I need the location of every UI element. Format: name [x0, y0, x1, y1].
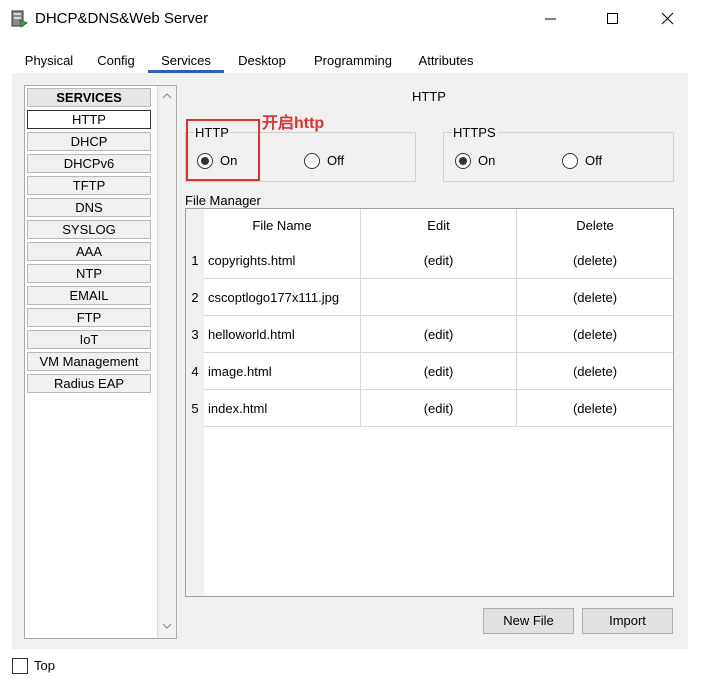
title-bar: DHCP&DNS&Web Server — [0, 0, 702, 38]
https-on-label: On — [478, 153, 496, 168]
file-name-cell: index.html — [204, 390, 361, 427]
tab-programming[interactable]: Programming — [304, 50, 402, 73]
row-number: 2 — [191, 290, 199, 305]
service-item-syslog[interactable]: SYSLOG — [27, 220, 151, 239]
window-title: DHCP&DNS&Web Server — [35, 10, 209, 27]
edit-link[interactable]: (edit) — [361, 316, 517, 353]
chevron-up-icon — [162, 93, 172, 99]
delete-link[interactable]: (delete) — [517, 390, 673, 427]
tab-config[interactable]: Config — [90, 50, 142, 73]
service-item-email[interactable]: EMAIL — [27, 286, 151, 305]
file-name-cell: image.html — [204, 353, 361, 390]
service-item-aaa[interactable]: AAA — [27, 242, 151, 261]
column-header-file-name: File Name — [204, 209, 361, 242]
table-row: 2 cscoptlogo177x111.jpg (delete) — [186, 279, 673, 316]
services-panel: SERVICES HTTP DHCP DHCPv6 TFTP DNS SYSLO… — [12, 73, 688, 649]
service-item-dns[interactable]: DNS — [27, 198, 151, 217]
https-group-legend: HTTPS — [452, 125, 497, 140]
service-item-tftp[interactable]: TFTP — [27, 176, 151, 195]
delete-link[interactable]: (delete) — [517, 279, 673, 316]
delete-link[interactable]: (delete) — [517, 242, 673, 279]
column-header-edit: Edit — [361, 209, 517, 242]
close-button[interactable] — [645, 0, 691, 38]
https-on-radio[interactable] — [455, 153, 471, 169]
https-off-label: Off — [585, 153, 603, 168]
tab-physical[interactable]: Physical — [16, 50, 82, 73]
edit-link[interactable]: (edit) — [361, 353, 517, 390]
scroll-down-button[interactable] — [158, 616, 176, 636]
file-name-cell: helloworld.html — [204, 316, 361, 353]
edit-cell-empty — [361, 279, 517, 316]
scroll-up-button[interactable] — [158, 86, 176, 106]
delete-link[interactable]: (delete) — [517, 353, 673, 390]
service-item-iot[interactable]: IoT — [27, 330, 151, 349]
tab-bar: Physical Config Services Desktop Program… — [12, 50, 688, 73]
http-off-radio[interactable] — [304, 153, 320, 169]
http-off-label: Off — [327, 153, 345, 168]
table-row: 4 image.html (edit) (delete) — [186, 353, 673, 390]
file-name-cell: copyrights.html — [204, 242, 361, 279]
minimize-icon — [545, 18, 556, 20]
top-checkbox-label: Top — [34, 658, 55, 673]
tab-attributes[interactable]: Attributes — [410, 50, 482, 73]
service-item-http[interactable]: HTTP — [27, 110, 151, 129]
delete-link[interactable]: (delete) — [517, 316, 673, 353]
tab-services[interactable]: Services — [148, 50, 224, 73]
import-button[interactable]: Import — [582, 608, 673, 634]
https-off-radio[interactable] — [562, 153, 578, 169]
new-file-button[interactable]: New File — [483, 608, 574, 634]
file-name-cell: cscoptlogo177x111.jpg — [204, 279, 361, 316]
maximize-button[interactable] — [590, 0, 636, 38]
top-checkbox[interactable] — [12, 658, 28, 674]
row-number: 5 — [191, 401, 199, 416]
row-number: 1 — [191, 253, 199, 268]
service-item-ntp[interactable]: NTP — [27, 264, 151, 283]
table-row: 1 copyrights.html (edit) (delete) — [186, 242, 673, 279]
service-item-dhcpv6[interactable]: DHCPv6 — [27, 154, 151, 173]
service-item-ftp[interactable]: FTP — [27, 308, 151, 327]
service-item-dhcp[interactable]: DHCP — [27, 132, 151, 151]
tab-desktop[interactable]: Desktop — [230, 50, 294, 73]
http-highlight-box — [186, 119, 260, 181]
column-header-delete: Delete — [576, 218, 614, 233]
row-number: 4 — [191, 364, 199, 379]
server-app-icon — [9, 9, 29, 29]
chevron-down-icon — [162, 623, 172, 629]
service-item-vm-management[interactable]: VM Management — [27, 352, 151, 371]
close-icon — [661, 12, 674, 25]
services-header: SERVICES — [27, 88, 151, 107]
http-annotation: 开启http — [262, 115, 325, 132]
services-scrollbar[interactable] — [157, 86, 176, 638]
services-list: SERVICES HTTP DHCP DHCPv6 TFTP DNS SYSLO… — [24, 85, 177, 639]
minimize-button[interactable] — [528, 0, 574, 38]
maximize-icon — [607, 13, 618, 24]
table-row: 3 helloworld.html (edit) (delete) — [186, 316, 673, 353]
table-row: 5 index.html (edit) (delete) — [186, 390, 673, 427]
section-title: HTTP — [412, 89, 446, 104]
edit-link[interactable]: (edit) — [361, 390, 517, 427]
service-item-radius-eap[interactable]: Radius EAP — [27, 374, 151, 393]
file-manager-table: File Name Edit Delete 1 copyrights.html … — [185, 208, 674, 597]
file-manager-label: File Manager — [185, 193, 261, 208]
edit-link[interactable]: (edit) — [361, 242, 517, 279]
row-number: 3 — [191, 327, 199, 342]
